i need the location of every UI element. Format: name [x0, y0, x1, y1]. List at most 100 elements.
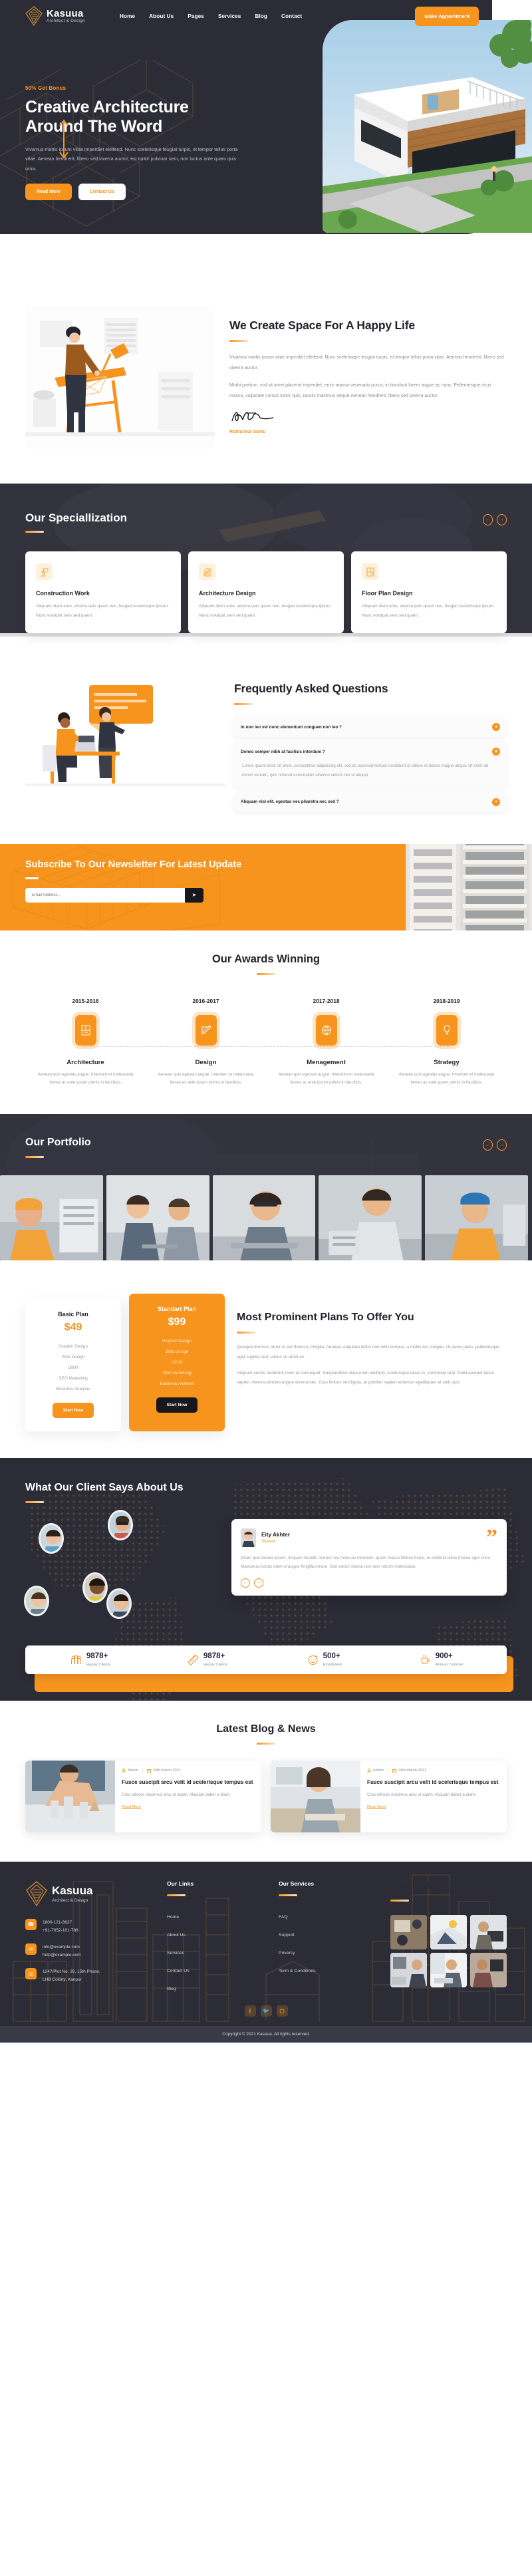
- award-name: Architecture: [66, 1058, 104, 1066]
- footer-email-1[interactable]: info@example.com: [43, 1943, 81, 1951]
- gallery-thumb[interactable]: [470, 1915, 507, 1950]
- plan-start-now-button[interactable]: Start Now: [52, 1402, 94, 1418]
- logo[interactable]: Kasuua Architect & Design: [25, 6, 85, 26]
- plan-features: Graphic Design Web Design UI/UX SEO Mark…: [33, 1342, 113, 1395]
- crane-icon: [36, 563, 53, 580]
- newsletter-send-button[interactable]: ➤: [185, 887, 203, 903]
- client-avatar[interactable]: [106, 1588, 132, 1619]
- phone-icon: ☎: [25, 1919, 37, 1931]
- footer-email-row: ✉ info@example.com help@example.com: [25, 1943, 155, 1959]
- client-avatar[interactable]: [24, 1585, 49, 1616]
- blog-card[interactable]: Admin 24th March 2021 Fusce suscipit arc…: [25, 1761, 261, 1833]
- blog-read-more-link[interactable]: Read More: [122, 1805, 141, 1809]
- faq-question[interactable]: Aliquam nisl elit, egestas nec pharetra …: [234, 792, 507, 812]
- footer-link-services[interactable]: Services: [167, 1951, 184, 1955]
- faq-question-text: Donec semper nibh at facilisis interdum …: [241, 749, 325, 754]
- nav-item-contact[interactable]: Contact: [281, 13, 302, 19]
- gallery-thumb[interactable]: [390, 1953, 427, 1988]
- portfolio-item[interactable]: [425, 1175, 528, 1260]
- footer-email-2[interactable]: help@example.com: [43, 1951, 81, 1959]
- stat-item: 900+ Annual Turnover: [383, 1652, 500, 1667]
- plan-feature: SEO Marketing: [162, 1371, 192, 1376]
- footer-link-blog[interactable]: Blog: [167, 1987, 176, 1991]
- award-name: Menagement: [307, 1058, 346, 1066]
- faq-question[interactable]: In non leo vel nunc elementum conguen no…: [234, 717, 507, 737]
- testimonial-next-button[interactable]: →: [254, 1578, 263, 1588]
- testimonial-prev-button[interactable]: ←: [241, 1578, 250, 1588]
- blog-author: Admin: [373, 1769, 384, 1773]
- footer-service-terms[interactable]: Term & Conditions: [279, 1969, 316, 1973]
- gallery-thumb[interactable]: [430, 1915, 467, 1950]
- faq-collapse-icon[interactable]: ✕: [492, 748, 500, 756]
- footer-logo[interactable]: Kasuua Architect & Design: [25, 1880, 155, 1907]
- make-appointment-button[interactable]: Make Appointment: [415, 6, 479, 26]
- footer-link-about[interactable]: About Us: [167, 1933, 186, 1937]
- faq-item[interactable]: Aliquam nisl elit, egestas nec pharetra …: [234, 791, 507, 812]
- newsletter-email-input[interactable]: [25, 887, 185, 903]
- footer-link-home[interactable]: Home: [167, 1915, 179, 1920]
- footer-service-support[interactable]: Support: [279, 1933, 295, 1937]
- pricing-paragraph-2: Aliquam iaculis hendrerit nunc at conseq…: [237, 1370, 494, 1385]
- awards-timeline: 2015-2016 Architecture Aenean quis egest…: [25, 998, 507, 1087]
- architect-desk-illustration: [25, 306, 215, 449]
- spec-card[interactable]: Architecture Design Aliquam diam ante, v…: [188, 551, 344, 634]
- blueprint-icon: [74, 1014, 96, 1046]
- faq-question-text: Aliquam nisl elit, egestas nec pharetra …: [241, 799, 339, 805]
- faq-title: Frequently Asked Questions: [234, 682, 388, 696]
- hero-read-more-button[interactable]: Read More: [25, 183, 72, 200]
- footer-service-faq[interactable]: FAQ: [279, 1915, 288, 1920]
- specialization-section: Our Speciallization ← → Construction Wor…: [0, 484, 532, 637]
- portfolio-item[interactable]: [212, 1175, 316, 1260]
- nav-item-services[interactable]: Services: [218, 13, 241, 19]
- client-avatar[interactable]: [108, 1509, 133, 1540]
- faq-item[interactable]: Donec semper nibh at facilisis interdum …: [234, 742, 507, 787]
- spec-next-button[interactable]: →: [497, 514, 507, 525]
- stat-item: 9878+ Happy Clients: [149, 1652, 266, 1667]
- footer-links-column: Our Links Home About Us Services Contact…: [167, 1880, 267, 1993]
- twitter-icon[interactable]: 🐦: [260, 2005, 272, 2017]
- faq-expand-icon[interactable]: +: [492, 797, 500, 806]
- instagram-icon[interactable]: ▢: [276, 2005, 288, 2017]
- portfolio-prev-button[interactable]: ←: [483, 1139, 493, 1151]
- gallery-thumb[interactable]: [470, 1953, 507, 1988]
- hero-contact-us-button[interactable]: Contact Us: [78, 183, 126, 200]
- portfolio-spacer: [0, 1260, 532, 1296]
- spec-card[interactable]: Construction Work Aliquam diam ante, viv…: [25, 551, 181, 634]
- nav-item-pages[interactable]: Pages: [188, 13, 204, 19]
- portfolio-next-button[interactable]: →: [497, 1139, 507, 1151]
- portfolio-item[interactable]: [319, 1175, 422, 1260]
- mail-icon: ✉: [25, 1943, 37, 1955]
- avatar: [241, 1528, 256, 1547]
- footer-phone-1[interactable]: 1800-121-3637: [43, 1919, 78, 1927]
- portfolio-item[interactable]: [106, 1175, 209, 1260]
- nav-item-about[interactable]: About Us: [149, 13, 174, 19]
- gallery-thumb[interactable]: [390, 1915, 427, 1950]
- plan-features: Graphic Design Web Design UI/UX SEO Mark…: [137, 1336, 217, 1389]
- nav-item-home[interactable]: Home: [120, 13, 135, 19]
- plan-name: Basic Plan: [58, 1310, 88, 1318]
- footer-phone-2[interactable]: +91-7052-101-786: [43, 1927, 78, 1935]
- blog-card[interactable]: Admin 24th March 2021 Fusce suscipit arc…: [271, 1761, 507, 1833]
- bulb-icon: [436, 1014, 458, 1046]
- design-pen-icon: [195, 1014, 217, 1046]
- people-icon: [70, 1655, 81, 1665]
- faq-expand-icon[interactable]: +: [492, 723, 500, 732]
- plan-start-now-button[interactable]: Start Now: [156, 1397, 198, 1413]
- testimonial-text: Etiam quis lacinia ipsum. Aliquam blandi…: [241, 1555, 491, 1570]
- footer-service-privacy[interactable]: Privercy: [279, 1951, 295, 1955]
- footer-link-contact[interactable]: Contact Us: [167, 1969, 190, 1973]
- blog-grid: Admin 24th March 2021 Fusce suscipit arc…: [25, 1761, 507, 1833]
- faq-item[interactable]: In non leo vel nunc elementum conguen no…: [234, 717, 507, 738]
- faq-question[interactable]: Donec semper nibh at facilisis interdum …: [234, 742, 507, 762]
- gallery-thumb[interactable]: [430, 1953, 467, 1988]
- facebook-icon[interactable]: f: [244, 2005, 256, 2017]
- portfolio-item[interactable]: [0, 1175, 103, 1260]
- ruler-icon: [188, 1654, 199, 1665]
- underline-bar: [167, 1894, 186, 1897]
- client-avatar[interactable]: [39, 1522, 64, 1554]
- client-avatar[interactable]: [82, 1572, 108, 1603]
- blog-read-more-link[interactable]: Read More: [367, 1805, 386, 1809]
- spec-card[interactable]: Floor Plan Design Aliquam diam ante, viv…: [351, 551, 507, 634]
- spec-prev-button[interactable]: ←: [483, 514, 493, 525]
- nav-item-blog[interactable]: Blog: [255, 13, 267, 19]
